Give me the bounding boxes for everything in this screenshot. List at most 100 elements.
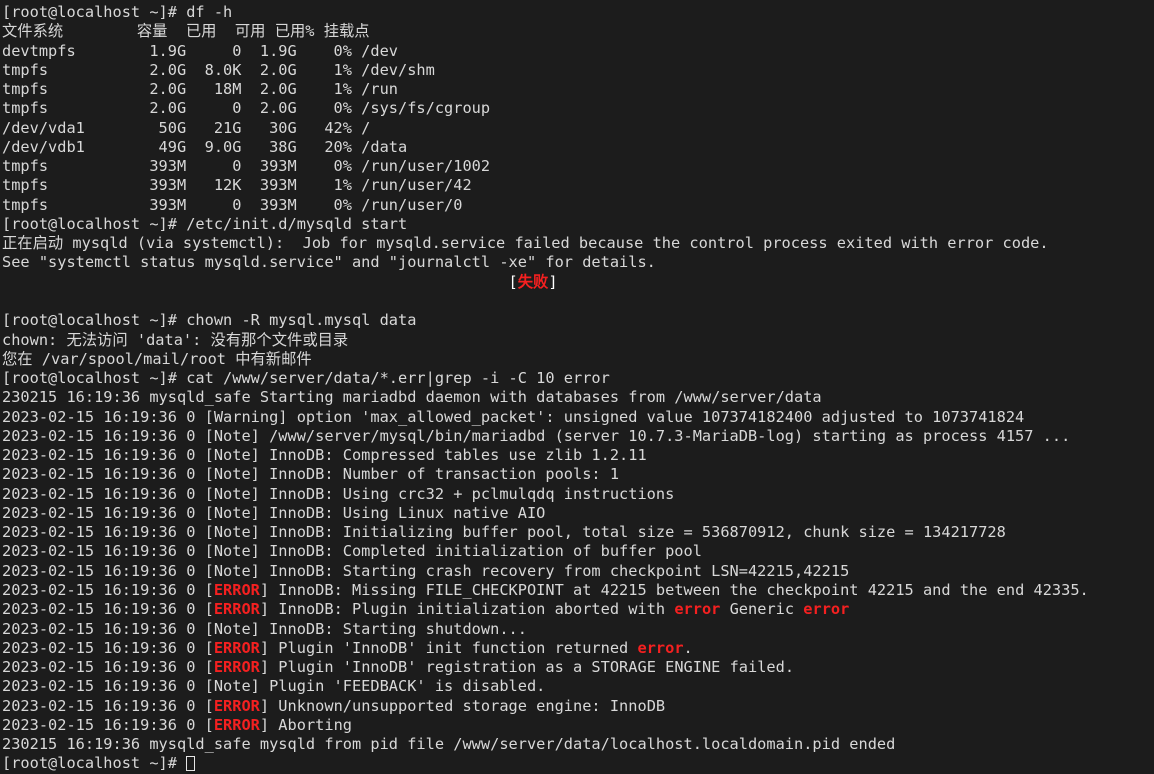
- terminal-text: 2023-02-15 16:19:36 0 [Note] InnoDB: Usi…: [2, 503, 546, 522]
- terminal-text: ] InnoDB: Missing FILE_CHECKPOINT at 422…: [259, 580, 1089, 599]
- terminal-text: 2023-02-15 16:19:36 0 [: [2, 638, 214, 657]
- terminal-text: tmpfs 393M 0 393M 0% /run/user/0: [2, 195, 463, 214]
- terminal-text: .: [683, 638, 693, 657]
- terminal-line: See "systemctl status mysqld.service" an…: [2, 253, 1152, 272]
- terminal-text: 2023-02-15 16:19:36 0 [: [2, 715, 214, 734]
- terminal-text: ] Plugin 'InnoDB' registration as a STOR…: [259, 658, 795, 677]
- terminal-text: ] Aborting: [259, 715, 352, 734]
- terminal-line: [root@localhost ~]# chown -R mysql.mysql…: [2, 311, 1152, 330]
- terminal-line: tmpfs 393M 12K 393M 1% /run/user/42: [2, 176, 1152, 195]
- terminal-line: 2023-02-15 16:19:36 0 [ERROR] Plugin 'In…: [2, 639, 1152, 658]
- terminal-text: /dev/vda1 50G 21G 30G 42% /: [2, 118, 371, 137]
- terminal-text: 2023-02-15 16:19:36 0 [Note] InnoDB: Ini…: [2, 523, 1006, 542]
- terminal-line: /dev/vdb1 49G 9.0G 38G 20% /data: [2, 138, 1152, 157]
- terminal-line: 2023-02-15 16:19:36 0 [ERROR] Aborting: [2, 716, 1152, 735]
- error-text: error: [637, 638, 684, 657]
- terminal-line: 您在 /var/spool/mail/root 中有新邮件: [2, 350, 1152, 369]
- terminal-line: [root@localhost ~]# /etc/init.d/mysqld s…: [2, 215, 1152, 234]
- terminal-line: 正在启动 mysqld (via systemctl): Job for mys…: [2, 234, 1152, 253]
- terminal-text: ] Unknown/unsupported storage engine: In…: [259, 696, 666, 715]
- terminal-text: 230215 16:19:36 mysqld_safe mysqld from …: [2, 735, 896, 754]
- terminal-window[interactable]: [root@localhost ~]# df -h 文件系统 容量 已用 可用 已…: [0, 0, 1154, 772]
- terminal-text: /dev/vdb1 49G 9.0G 38G 20% /data: [2, 137, 408, 156]
- error-text: error: [803, 600, 850, 619]
- terminal-line: 2023-02-15 16:19:36 0 [Warning] option '…: [2, 408, 1152, 427]
- terminal-text: [root@localhost ~]# df -h: [2, 3, 233, 21]
- terminal-text: 2023-02-15 16:19:36 0 [Note] InnoDB: Com…: [2, 446, 647, 465]
- terminal-line: 2023-02-15 16:19:36 0 [Note] /www/server…: [2, 427, 1152, 446]
- terminal-text: devtmpfs 1.9G 0 1.9G 0% /dev: [2, 41, 399, 60]
- terminal-line: devtmpfs 1.9G 0 1.9G 0% /dev: [2, 42, 1152, 61]
- terminal-text: 正在启动 mysqld (via systemctl): Job for mys…: [2, 234, 1049, 253]
- terminal-line: tmpfs 393M 0 393M 0% /run/user/0: [2, 196, 1152, 215]
- error-text: error: [674, 600, 721, 619]
- terminal-cursor: [186, 756, 196, 772]
- terminal-text: 2023-02-15 16:19:36 0 [: [2, 696, 214, 715]
- terminal-text: tmpfs 393M 0 393M 0% /run/user/1002: [2, 157, 491, 176]
- terminal-line: [失败]: [2, 273, 1152, 292]
- terminal-text: [root@localhost ~]# chown -R mysql.mysql…: [2, 311, 417, 330]
- terminal-line: [root@localhost ~]# cat /www/server/data…: [2, 369, 1152, 388]
- terminal-text: 230215 16:19:36 mysqld_safe Starting mar…: [2, 388, 822, 407]
- terminal-line: 2023-02-15 16:19:36 0 [Note] InnoDB: Usi…: [2, 485, 1152, 504]
- terminal-text: 2023-02-15 16:19:36 0 [: [2, 580, 214, 599]
- terminal-line: 2023-02-15 16:19:36 0 [Note] InnoDB: Sta…: [2, 620, 1152, 639]
- terminal-text: 2023-02-15 16:19:36 0 [: [2, 600, 214, 619]
- terminal-text: 您在 /var/spool/mail/root 中有新邮件: [2, 349, 312, 368]
- terminal-text: [root@localhost ~]#: [2, 754, 187, 773]
- terminal-text: 2023-02-15 16:19:36 0 [Note] /www/server…: [2, 426, 1071, 445]
- terminal-line: 2023-02-15 16:19:36 0 [Note] InnoDB: Sta…: [2, 562, 1152, 581]
- terminal-line: 2023-02-15 16:19:36 0 [Note] InnoDB: Ini…: [2, 523, 1152, 542]
- terminal-text: Generic: [720, 600, 804, 619]
- terminal-line: 230215 16:19:36 mysqld_safe Starting mar…: [2, 388, 1152, 407]
- terminal-line: tmpfs 2.0G 0 2.0G 0% /sys/fs/cgroup: [2, 99, 1152, 118]
- error-text: ERROR: [213, 638, 260, 657]
- terminal-line: 2023-02-15 16:19:36 0 [Note] InnoDB: Com…: [2, 446, 1152, 465]
- terminal-line: 文件系统 容量 已用 可用 已用% 挂载点: [2, 22, 1152, 41]
- terminal-text: ]: [548, 272, 558, 291]
- terminal-line: /dev/vda1 50G 21G 30G 42% /: [2, 119, 1152, 138]
- terminal-text: [: [2, 272, 518, 291]
- terminal-text: 2023-02-15 16:19:36 0 [Warning] option '…: [2, 407, 1025, 426]
- terminal-line: 2023-02-15 16:19:36 0 [ERROR] Plugin 'In…: [2, 658, 1152, 677]
- error-text: ERROR: [213, 580, 260, 599]
- terminal-text: tmpfs 2.0G 8.0K 2.0G 1% /dev/shm: [2, 60, 435, 79]
- error-text: 失败: [517, 272, 549, 291]
- terminal-line: tmpfs 2.0G 8.0K 2.0G 1% /dev/shm: [2, 61, 1152, 80]
- terminal-line: 2023-02-15 16:19:36 0 [Note] InnoDB: Num…: [2, 465, 1152, 484]
- terminal-text: tmpfs 393M 12K 393M 1% /run/user/42: [2, 176, 472, 195]
- terminal-text: 2023-02-15 16:19:36 0 [Note] InnoDB: Com…: [2, 542, 702, 561]
- terminal-text: [root@localhost ~]# cat /www/server/data…: [2, 369, 610, 388]
- terminal-text: chown: 无法访问 'data': 没有那个文件或目录: [2, 330, 349, 349]
- terminal-line: [root@localhost ~]#: [2, 754, 1152, 773]
- terminal-text: See "systemctl status mysqld.service" an…: [2, 253, 656, 272]
- error-text: ERROR: [213, 715, 260, 734]
- terminal-line: tmpfs 393M 0 393M 0% /run/user/1002: [2, 157, 1152, 176]
- terminal-line: [root@localhost ~]# df -h: [2, 3, 1152, 22]
- terminal-line: 230215 16:19:36 mysqld_safe mysqld from …: [2, 735, 1152, 754]
- terminal-line: 2023-02-15 16:19:36 0 [Note] Plugin 'FEE…: [2, 677, 1152, 696]
- terminal-text: 2023-02-15 16:19:36 0 [Note] InnoDB: Num…: [2, 465, 620, 484]
- terminal-text: tmpfs 2.0G 18M 2.0G 1% /run: [2, 80, 399, 99]
- terminal-line: 2023-02-15 16:19:36 0 [ERROR] Unknown/un…: [2, 697, 1152, 716]
- error-text: ERROR: [213, 600, 260, 619]
- terminal-line: chown: 无法访问 'data': 没有那个文件或目录: [2, 331, 1152, 350]
- terminal-text: 2023-02-15 16:19:36 0 [: [2, 658, 214, 677]
- terminal-text: 2023-02-15 16:19:36 0 [Note] InnoDB: Usi…: [2, 484, 675, 503]
- terminal-line: 2023-02-15 16:19:36 0 [Note] InnoDB: Usi…: [2, 504, 1152, 523]
- terminal-line: 2023-02-15 16:19:36 0 [Note] InnoDB: Com…: [2, 542, 1152, 561]
- error-text: ERROR: [213, 696, 260, 715]
- terminal-screen[interactable]: [root@localhost ~]# df -h 文件系统 容量 已用 可用 已…: [2, 3, 1152, 774]
- terminal-text: ] InnoDB: Plugin initialization aborted …: [259, 600, 675, 619]
- terminal-line: tmpfs 2.0G 18M 2.0G 1% /run: [2, 80, 1152, 99]
- terminal-text: 2023-02-15 16:19:36 0 [Note] InnoDB: Sta…: [2, 561, 850, 580]
- error-text: ERROR: [213, 658, 260, 677]
- terminal-text: tmpfs 2.0G 0 2.0G 0% /sys/fs/cgroup: [2, 99, 491, 118]
- terminal-text: [root@localhost ~]# /etc/init.d/mysqld s…: [2, 214, 408, 233]
- terminal-text: ] Plugin 'InnoDB' init function returned: [259, 638, 638, 657]
- terminal-text: 2023-02-15 16:19:36 0 [Note] Plugin 'FEE…: [2, 677, 546, 696]
- terminal-text: 2023-02-15 16:19:36 0 [Note] InnoDB: Sta…: [2, 619, 527, 638]
- terminal-text: 文件系统 容量 已用 可用 已用% 挂载点: [2, 22, 370, 41]
- terminal-line: 2023-02-15 16:19:36 0 [ERROR] InnoDB: Mi…: [2, 581, 1152, 600]
